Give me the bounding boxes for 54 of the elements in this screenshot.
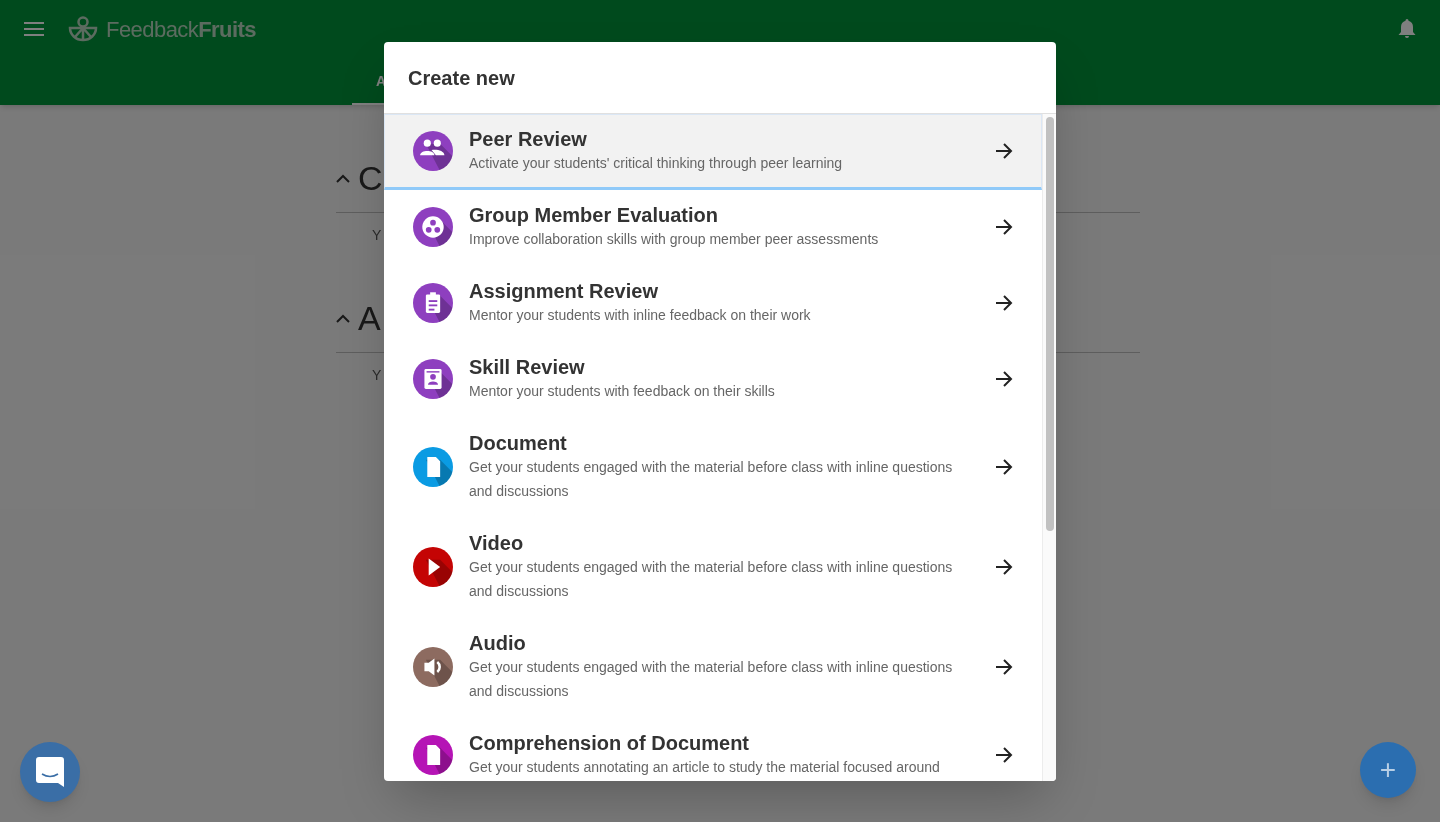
arrow-right-icon <box>995 747 1013 763</box>
option-title: Video <box>469 531 525 555</box>
arrow-right-icon <box>995 143 1013 159</box>
activity-option[interactable]: Audio Get your students engaged with the material before class with inline questions and discussions <box>384 618 1042 718</box>
speaker-icon <box>413 647 453 687</box>
chevron-icon[interactable] <box>336 314 350 323</box>
option-title: Assignment Review <box>469 279 659 303</box>
option-title: Audio <box>469 631 527 655</box>
activity-option[interactable]: Document Get your students engaged with the material before class with inline questions and discussions <box>384 418 1042 518</box>
section-text: Y <box>371 366 382 385</box>
option-description: Mentor your students with inline feedback on their work <box>469 306 812 325</box>
option-title: Document <box>469 431 568 455</box>
group-icon <box>413 131 453 171</box>
menu-icon[interactable] <box>24 22 44 36</box>
activity-option[interactable]: Comprehension of Document Get your students annotating an article to study the material focused around <box>384 718 1042 781</box>
option-description: Activate your students' critical thinking through peer learning <box>469 154 844 173</box>
section-heading: C <box>358 158 383 199</box>
section-text: Y <box>371 226 382 245</box>
option-description: Mentor your students with feedback on their skills <box>469 382 776 401</box>
scrollbar-thumb[interactable] <box>1045 117 1054 531</box>
arrow-right-icon <box>995 459 1013 475</box>
option-title: Comprehension of Document <box>469 731 750 755</box>
option-description: Get your students annotating an article to study the material focused around <box>469 758 941 777</box>
activity-option[interactable]: Skill Review Mentor your students with feedback on their skills <box>384 342 1042 418</box>
dots-icon <box>413 207 453 247</box>
arrow-right-icon <box>995 371 1013 387</box>
arrow-right-icon <box>995 295 1013 311</box>
option-title: Peer Review <box>469 127 588 151</box>
option-title: Skill Review <box>469 355 586 379</box>
activity-option[interactable]: Peer Review Activate your students' critical thinking through peer learning <box>384 114 1042 190</box>
clipboard-icon <box>413 283 453 323</box>
option-description: Get your students engaged with the material before class with inline questions and discussions <box>469 558 954 601</box>
bell-icon[interactable] <box>1398 19 1416 39</box>
chevron-icon[interactable] <box>336 174 350 183</box>
chat-button[interactable] <box>20 742 80 802</box>
activity-option[interactable]: Assignment Review Mentor your students with inline feedback on their work <box>384 266 1042 342</box>
document-icon <box>413 735 453 775</box>
section-heading: A <box>358 298 381 339</box>
play-icon <box>413 547 453 587</box>
option-description: Improve collaboration skills with group member peer assessments <box>469 230 880 249</box>
logo-icon <box>68 16 98 42</box>
activity-option[interactable]: Video Get your students engaged with the material before class with inline questions and discussions <box>384 518 1042 618</box>
chat-icon <box>36 757 64 787</box>
arrow-right-icon <box>995 659 1013 675</box>
dialog-title: Create new <box>408 65 515 91</box>
option-title: Group Member Evaluation <box>469 203 719 227</box>
badge-icon <box>413 359 453 399</box>
option-description: Get your students engaged with the material before class with inline questions and discussions <box>469 458 954 501</box>
activity-option[interactable]: Group Member Evaluation Improve collaboration skills with group member peer assessments <box>384 190 1042 266</box>
option-description: Get your students engaged with the material before class with inline questions and discussions <box>469 658 954 701</box>
arrow-right-icon <box>995 559 1013 575</box>
document-icon <box>413 447 453 487</box>
arrow-right-icon <box>995 219 1013 235</box>
logo-text: FeedbackFruits <box>106 15 257 44</box>
